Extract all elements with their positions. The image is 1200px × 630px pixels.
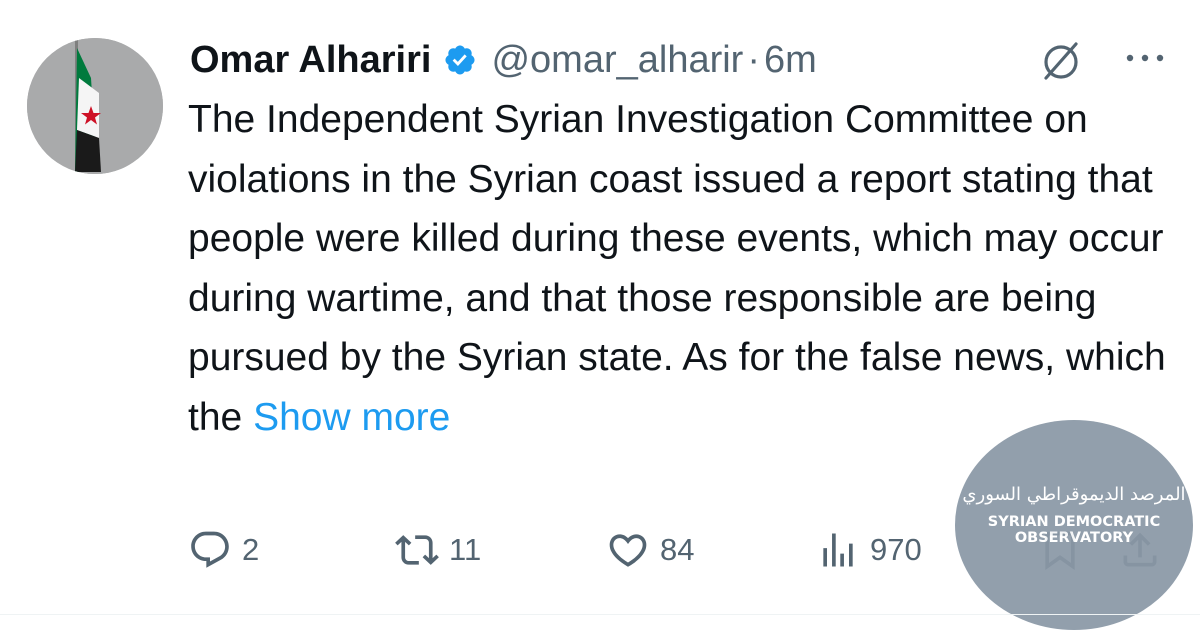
views-icon (823, 533, 853, 567)
like-icon (609, 534, 647, 567)
like-count: 84 (660, 532, 695, 567)
grok-icon[interactable] (1038, 38, 1084, 84)
show-more-link[interactable]: Show more (253, 396, 450, 439)
repost-count: 11 (449, 532, 482, 567)
tweet-header: Omar Alhariri @omar_alharir · 6m (190, 32, 817, 88)
reply-count: 2 (242, 532, 260, 567)
views-count: 970 (870, 532, 922, 567)
watermark-arabic-text: المرصد الديموقراطي السوري (962, 484, 1186, 505)
verified-badge-icon[interactable] (443, 43, 477, 77)
more-options-icon[interactable] (1120, 40, 1170, 76)
watermark-english-text: SYRIAN DEMOCRATIC OBSERVATORY (987, 514, 1161, 546)
flag-icon (27, 38, 163, 174)
tweet-body: The Independent Syrian Investigation Com… (188, 98, 1166, 439)
repost-button[interactable]: 11 (395, 523, 481, 577)
author-name[interactable]: Omar Alhariri (190, 39, 431, 82)
avatar[interactable] (27, 38, 163, 174)
divider (0, 614, 1200, 615)
tweet-text: The Independent Syrian Investigation Com… (188, 90, 1188, 447)
like-button[interactable]: 84 (606, 523, 694, 577)
views-button[interactable]: 970 (816, 523, 922, 577)
reply-button[interactable]: 2 (188, 523, 259, 577)
repost-icon (395, 535, 439, 565)
author-handle[interactable]: @omar_alharir (491, 39, 743, 82)
watermark-logo: المرصد الديموقراطي السوري SYRIAN DEMOCRA… (955, 420, 1193, 630)
reply-icon (191, 531, 229, 568)
timestamp[interactable]: 6m (764, 39, 817, 82)
separator-dot: · (747, 38, 760, 81)
